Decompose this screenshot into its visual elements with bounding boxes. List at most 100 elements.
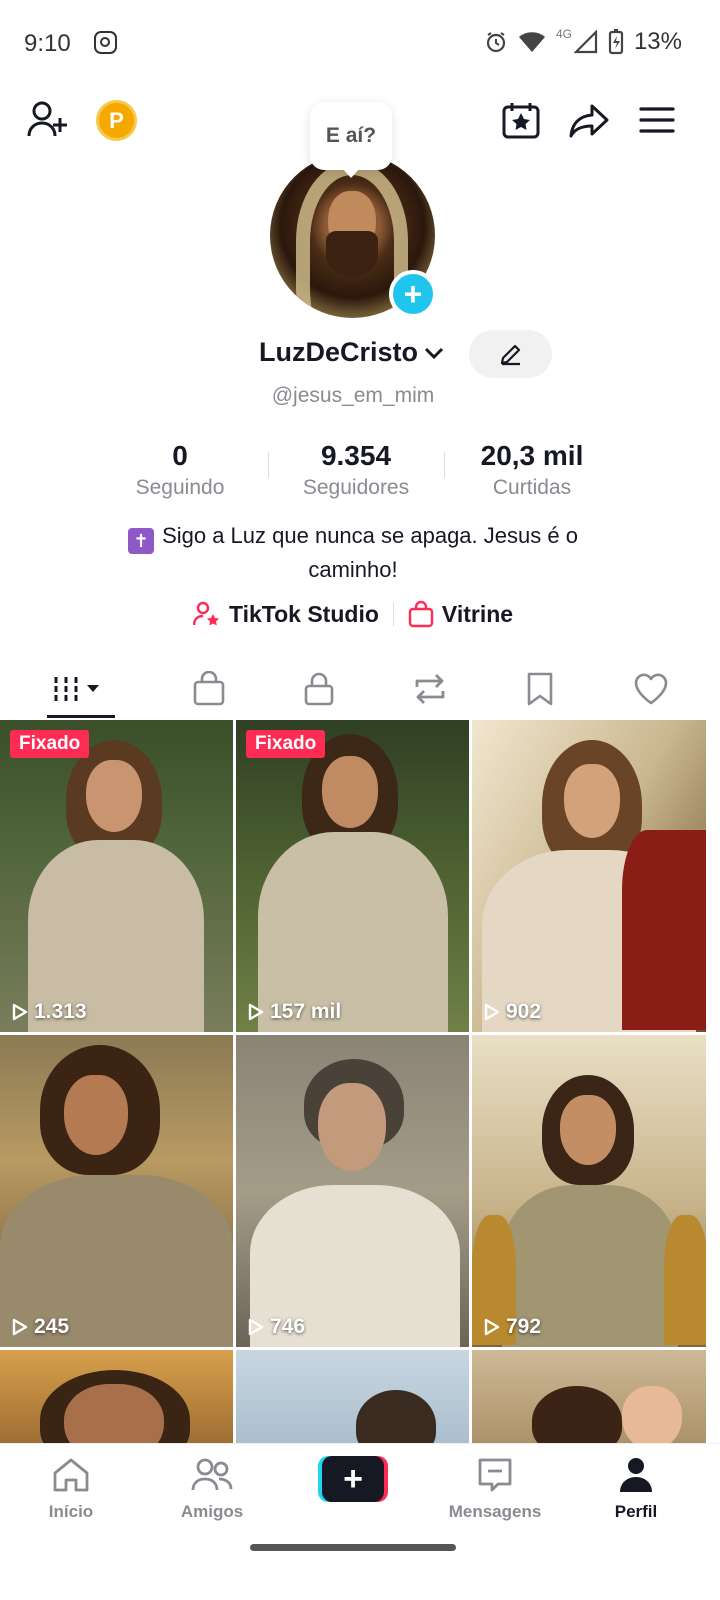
shopping-bag-icon (193, 671, 224, 706)
video-thumbnail[interactable] (236, 1350, 469, 1450)
calendar-star-icon (502, 103, 540, 139)
likes-stat[interactable]: 20,3 mil Curtidas (444, 440, 620, 500)
friends-icon (191, 1458, 233, 1491)
bio-line-1: Sigo a Luz que nunca se apaga. Jesus é o (162, 523, 578, 548)
display-name-selector[interactable]: LuzDeCristo (259, 337, 446, 368)
events-button[interactable] (500, 100, 542, 140)
stat-label: Curtidas (492, 476, 572, 499)
video-thumbnail[interactable]: Fixado 1.313 (0, 720, 233, 1032)
stat-value: 9.354 (320, 440, 392, 471)
nav-friends[interactable]: Amigos (162, 1454, 262, 1522)
view-count: 746 (248, 1315, 305, 1339)
tab-shop[interactable] (153, 660, 264, 718)
nav-messages[interactable]: Mensagens (445, 1454, 545, 1522)
red-robe (622, 830, 706, 1030)
create-button[interactable]: + (318, 1456, 388, 1502)
view-count-label: 1.313 (34, 1000, 87, 1023)
tab-videos[interactable] (0, 660, 153, 718)
share-arrow-icon (569, 104, 609, 138)
avatar-beard (326, 231, 378, 277)
tab-reposts[interactable] (374, 660, 485, 718)
video-thumbnail[interactable]: Fixado 157 mil (236, 720, 469, 1032)
stat-value: 0 (172, 440, 188, 471)
points-coin-button[interactable]: P (96, 100, 137, 141)
bookmark-icon (527, 672, 553, 706)
alarm-icon (486, 32, 506, 53)
followers-stat[interactable]: 9.354 Seguidores (268, 440, 444, 500)
view-count-label: 792 (506, 1315, 542, 1338)
menu-button[interactable] (638, 104, 676, 136)
signal-icon (573, 30, 598, 54)
cross-emoji-icon: ✝ (128, 528, 155, 554)
heart-icon (634, 673, 667, 705)
following-stat[interactable]: 0 Seguindo (92, 440, 268, 500)
repost-icon (415, 674, 444, 704)
profile-icon (620, 1458, 652, 1492)
view-count: 1.313 (12, 1000, 87, 1024)
add-friend-button[interactable] (26, 100, 70, 140)
tiktok-studio-label: TikTok Studio (228, 600, 379, 627)
stat-label: Seguindo (135, 476, 225, 499)
battery-icon (608, 29, 624, 55)
showcase-label: Vitrine (441, 600, 514, 627)
video-thumbnail[interactable]: 792 (472, 1035, 706, 1347)
stat-value: 20,3 mil (480, 440, 584, 471)
video-thumbnail[interactable] (472, 1350, 706, 1450)
wifi-icon (518, 32, 545, 52)
tab-liked[interactable] (595, 660, 706, 718)
video-grid: Fixado 1.313 Fixado 157 mil 902 245 746 … (0, 720, 706, 1450)
chevron-down-icon (424, 347, 444, 359)
pinned-badge: Fixado (10, 730, 90, 758)
nav-home[interactable]: Início (21, 1454, 121, 1522)
play-icon (484, 1318, 500, 1336)
bio[interactable]: ✝ Sigo a Luz que nunca se apaga. Jesus é … (60, 520, 646, 585)
tab-private[interactable] (264, 660, 375, 718)
message-icon (478, 1458, 512, 1492)
video-thumbnail[interactable] (0, 1350, 233, 1450)
nav-home-label: Início (48, 1502, 94, 1521)
edit-profile-button[interactable] (469, 330, 552, 378)
person-star-icon (192, 601, 219, 626)
instagram-icon (94, 31, 117, 54)
profile-links: TikTok Studio Vitrine (0, 600, 706, 628)
home-icon (53, 1458, 89, 1492)
nav-profile[interactable]: Perfil (586, 1454, 686, 1522)
play-icon (248, 1318, 264, 1336)
home-indicator[interactable] (250, 1544, 456, 1551)
profile-stats: 0 Seguindo 9.354 Seguidores 20,3 mil Cur… (92, 440, 620, 500)
play-icon (12, 1003, 28, 1021)
nav-profile-label: Perfil (614, 1502, 658, 1521)
video-thumbnail[interactable]: 902 (472, 720, 706, 1032)
play-icon (484, 1003, 500, 1021)
view-count-label: 245 (34, 1315, 70, 1338)
status-icons: 4G 13% (484, 27, 682, 56)
add-user-icon (27, 101, 67, 137)
tiktok-studio-link[interactable]: TikTok Studio (192, 600, 379, 628)
username: @jesus_em_mim (271, 384, 435, 407)
bio-line-2: caminho! (308, 557, 398, 582)
grid-dropdown-icon (54, 677, 99, 701)
view-count: 245 (12, 1315, 69, 1339)
view-count: 792 (484, 1315, 541, 1339)
network-type: 4G (555, 27, 572, 41)
view-count-label: 746 (270, 1315, 306, 1338)
add-story-button[interactable]: + (389, 270, 437, 318)
battery-level: 13% (633, 28, 682, 55)
share-profile-button[interactable] (568, 102, 610, 140)
video-thumbnail[interactable]: 746 (236, 1035, 469, 1347)
greeting-bubble[interactable]: E aí? (310, 102, 392, 178)
status-bar: 9:10 4G 13% (0, 0, 720, 86)
tab-favorites[interactable] (485, 660, 596, 718)
showcase-link[interactable]: Vitrine (408, 600, 513, 628)
bottom-navigation: Início Amigos + Mensagens Perfil (0, 1443, 720, 1600)
shopping-bag-icon (408, 600, 434, 628)
stat-label: Seguidores (302, 476, 410, 499)
view-count-label: 157 mil (270, 1000, 342, 1023)
video-thumbnail[interactable]: 245 (0, 1035, 233, 1347)
play-icon (12, 1318, 28, 1336)
view-count-label: 902 (506, 1000, 542, 1023)
hamburger-menu-icon (639, 107, 675, 133)
pinned-badge: Fixado (246, 730, 326, 758)
status-time: 9:10 (24, 30, 71, 57)
throne-right (664, 1215, 706, 1345)
